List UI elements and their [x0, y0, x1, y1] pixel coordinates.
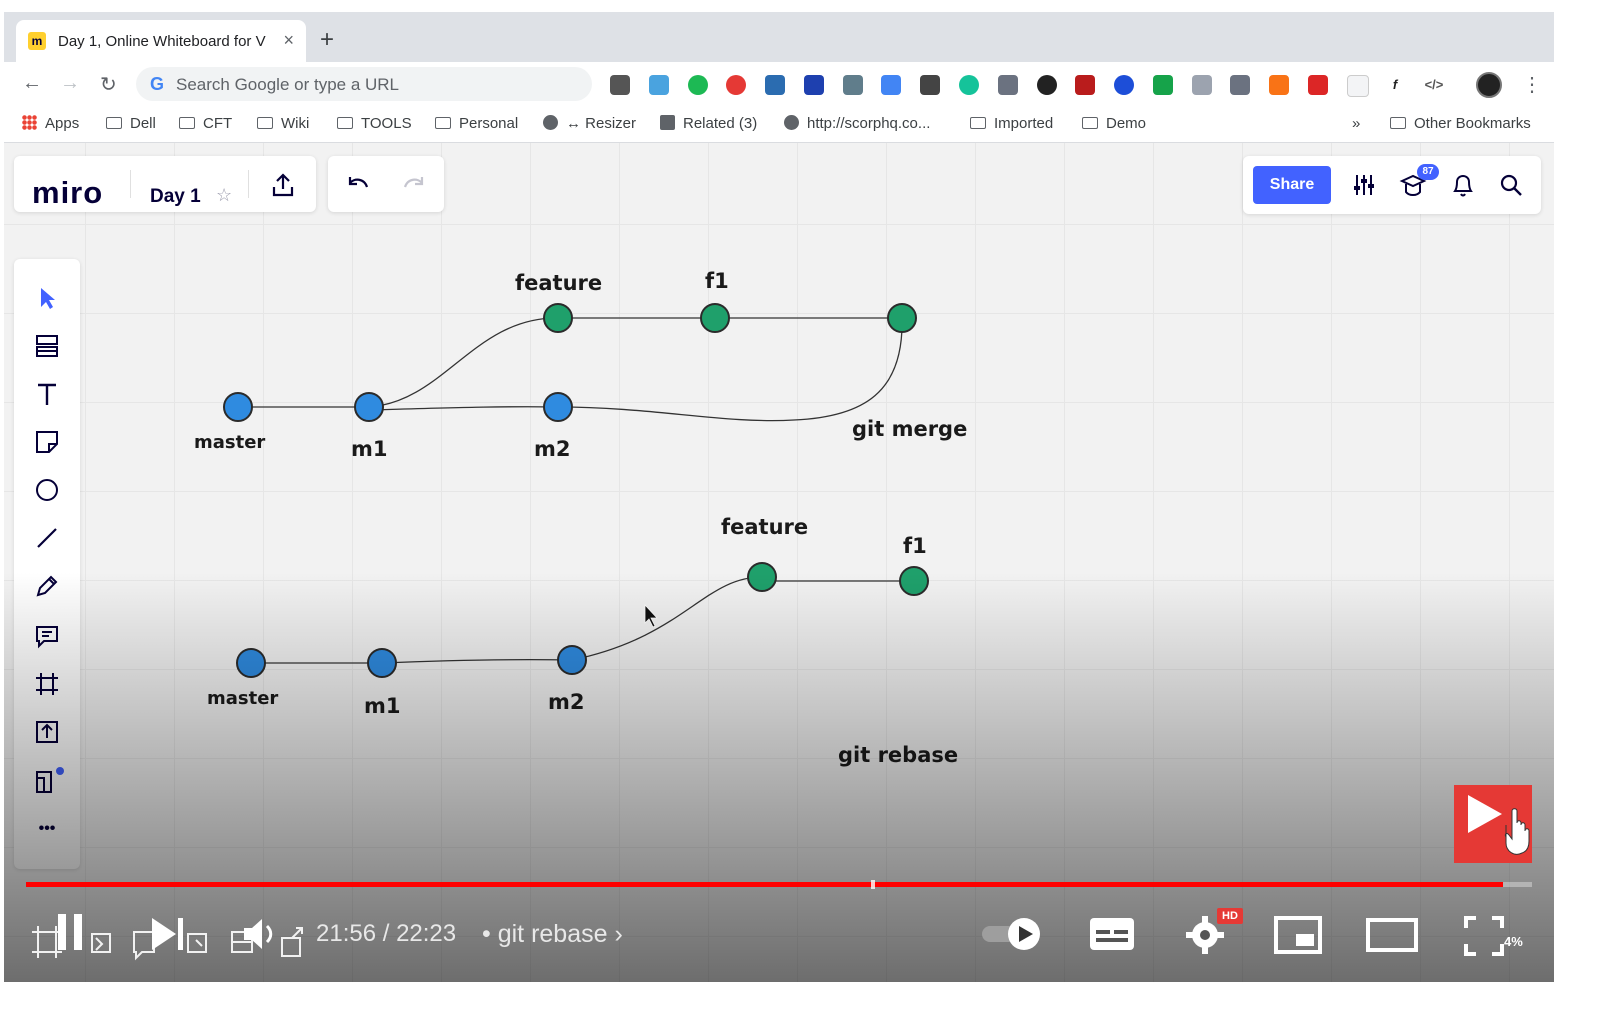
select-tool[interactable]	[14, 277, 80, 317]
frame-tool[interactable]	[14, 663, 80, 703]
pen-icon	[36, 575, 58, 597]
caption-git-rebase[interactable]: git rebase	[838, 743, 958, 767]
edge	[571, 576, 763, 661]
chapter-title[interactable]: • git rebase ›	[482, 920, 623, 949]
divider	[130, 170, 131, 198]
apps-tool[interactable]	[14, 759, 80, 799]
edge	[381, 658, 573, 664]
notification-count-badge: 87	[1417, 164, 1439, 180]
chapter-marker	[871, 880, 875, 889]
play-hand-icon	[1468, 795, 1530, 855]
label-feature[interactable]: feature	[721, 515, 808, 539]
line-tool[interactable]	[14, 517, 80, 557]
board-name[interactable]: Day 1	[150, 186, 201, 208]
upload-tool[interactable]	[14, 711, 80, 751]
sticky-note-tool[interactable]	[14, 421, 80, 461]
subtitles-icon[interactable]	[1088, 916, 1138, 954]
comment-icon	[36, 626, 58, 649]
label-m1[interactable]: m1	[351, 437, 388, 461]
next-video-icon[interactable]	[148, 914, 188, 954]
circle-icon	[36, 479, 58, 501]
shape-tool[interactable]	[14, 469, 80, 509]
pause-icon[interactable]	[56, 910, 84, 954]
label-master[interactable]: master	[207, 688, 278, 709]
label-m1[interactable]: m1	[364, 694, 401, 718]
star-icon[interactable]: ☆	[216, 185, 232, 206]
autoplay-toggle[interactable]	[980, 914, 1050, 954]
merge-nodes	[223, 303, 917, 422]
theater-mode-icon[interactable]	[1366, 916, 1420, 956]
mouse-cursor	[644, 603, 658, 628]
sticky-note-icon	[36, 431, 58, 453]
bell-icon[interactable]	[1450, 172, 1476, 198]
commit-node-m1[interactable]	[367, 648, 397, 678]
commit-node-master[interactable]	[223, 392, 253, 422]
commit-node-f1[interactable]	[899, 566, 929, 596]
volume-icon[interactable]	[240, 914, 280, 954]
commit-node-m1[interactable]	[354, 392, 384, 422]
pen-tool[interactable]	[14, 565, 80, 605]
edge	[368, 406, 559, 411]
text-tool[interactable]	[14, 373, 80, 413]
video-progress-played	[26, 882, 1504, 887]
rebase-nodes	[236, 562, 929, 678]
board-apps-icon	[36, 767, 64, 793]
screen-frame: m Day 1, Online Whiteboard for V × + ← →…	[4, 12, 1554, 982]
label-m2[interactable]: m2	[534, 437, 571, 461]
chapter-label: git rebase	[497, 920, 608, 948]
miniplayer-icon[interactable]	[1274, 916, 1324, 956]
fullscreen-icon[interactable]	[1462, 914, 1506, 958]
commit-node-feature[interactable]	[747, 562, 777, 592]
share-button[interactable]: Share	[1253, 166, 1331, 204]
divider	[248, 170, 249, 198]
label-f1[interactable]: f1	[903, 534, 927, 558]
line-icon	[37, 528, 57, 548]
templates-icon	[36, 335, 58, 357]
cursor-arrow-icon	[41, 288, 55, 309]
upload-icon	[36, 721, 58, 743]
redo-icon[interactable]	[402, 174, 428, 196]
chapter-separator: •	[482, 920, 491, 948]
commit-node-master[interactable]	[236, 648, 266, 678]
zoom-level: 4%	[1504, 934, 1523, 949]
label-feature[interactable]: feature	[515, 271, 602, 295]
label-master[interactable]: master	[194, 432, 265, 453]
comment-tool[interactable]	[14, 615, 80, 655]
miro-logo[interactable]: miro	[32, 175, 103, 211]
export-icon[interactable]	[270, 172, 296, 198]
search-icon[interactable]	[1498, 172, 1524, 198]
chevron-right-icon: ›	[614, 920, 623, 948]
edge	[368, 317, 559, 408]
templates-tool[interactable]	[14, 325, 80, 365]
video-overlay-logo[interactable]	[1454, 785, 1532, 863]
commit-node-f2[interactable]	[887, 303, 917, 333]
commit-node-m2[interactable]	[543, 392, 573, 422]
label-f1[interactable]: f1	[705, 269, 729, 293]
commit-node-feature[interactable]	[543, 303, 573, 333]
label-m2[interactable]: m2	[548, 690, 585, 714]
video-timecode: 21:56 / 22:23	[316, 920, 457, 947]
commit-node-m2[interactable]	[557, 645, 587, 675]
undo-icon[interactable]	[344, 174, 370, 196]
miro-left-toolbar: •••	[14, 259, 80, 869]
caption-git-merge[interactable]: git merge	[852, 417, 967, 441]
commit-node-f1[interactable]	[700, 303, 730, 333]
settings-sliders-icon[interactable]	[1351, 172, 1377, 198]
more-tools-button[interactable]: •••	[14, 809, 80, 849]
hd-badge: HD	[1217, 908, 1243, 924]
frame-icon	[36, 673, 58, 695]
text-icon	[38, 383, 56, 405]
edge	[557, 317, 903, 422]
